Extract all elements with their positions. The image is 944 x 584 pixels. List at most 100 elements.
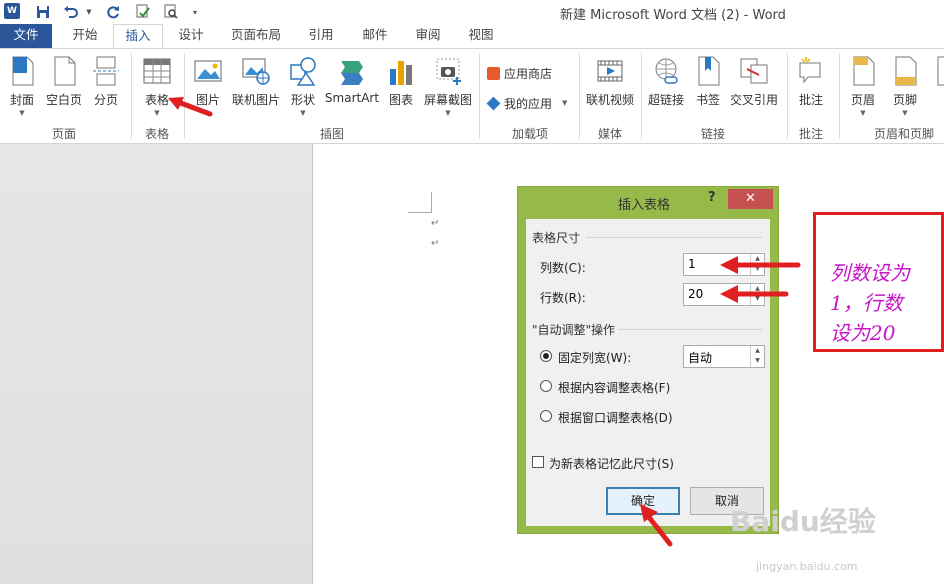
blank-page-button[interactable]: 空白页 xyxy=(44,53,84,123)
tab-view[interactable]: 视图 xyxy=(458,24,504,48)
header-button[interactable]: 页眉 ▼ xyxy=(846,53,880,123)
shapes-icon xyxy=(288,55,318,87)
chart-icon xyxy=(386,55,416,87)
group-label-pages: 页面 xyxy=(51,127,76,141)
footer-icon xyxy=(890,55,920,87)
online-video-icon xyxy=(595,55,625,87)
group-label-comments: 批注 xyxy=(798,127,823,141)
paragraph-mark: ↵ xyxy=(431,238,440,249)
annotation-arrow-rows xyxy=(720,285,789,303)
page-margin-corner xyxy=(408,192,432,213)
page-number-button[interactable] xyxy=(930,53,944,123)
annotation-text: 设为20 xyxy=(830,321,896,345)
document-title: 新建 Microsoft Word 文档 (2) - Word xyxy=(560,8,786,23)
autofit-content-label[interactable]: 根据内容调整表格(F) xyxy=(558,379,670,396)
tab-mailings[interactable]: 邮件 xyxy=(352,24,398,48)
page-number-icon xyxy=(932,55,944,87)
spin-down-icon[interactable]: ▼ xyxy=(751,356,764,366)
online-picture-button[interactable]: 联机图片 xyxy=(230,53,282,123)
smartart-icon xyxy=(337,55,367,87)
watermark-url: jingyan.baidu.com xyxy=(756,560,858,573)
footer-button[interactable]: 页脚 ▼ xyxy=(888,53,922,123)
spelling-check-icon[interactable] xyxy=(134,3,152,21)
close-button[interactable]: ✕ xyxy=(728,189,773,209)
hyperlink-icon xyxy=(651,55,681,87)
fixed-width-label[interactable]: 固定列宽(W): xyxy=(558,349,631,366)
my-apps-button[interactable]: 我的应用 ▼ xyxy=(486,93,568,113)
print-preview-icon[interactable] xyxy=(162,3,180,21)
hyperlink-button[interactable]: 超链接 xyxy=(646,53,686,123)
tab-references[interactable]: 引用 xyxy=(298,24,344,48)
group-label-header-footer: 页眉和页脚 xyxy=(873,127,934,141)
chart-button[interactable]: 图表 xyxy=(384,53,418,123)
insert-table-dialog: 插入表格 ? ✕ 表格尺寸 列数(C): 1 ▲ ▼ 行数(R): 20 ▲ ▼ "… xyxy=(517,186,779,534)
group-divider xyxy=(479,53,480,139)
blank-page-icon xyxy=(49,55,79,87)
cover-page-icon xyxy=(7,55,37,87)
remember-size-label[interactable]: 为新表格记忆此尺寸(S) xyxy=(549,455,674,472)
tab-home[interactable]: 开始 xyxy=(62,24,108,48)
annotation-text: 列数设为 xyxy=(830,261,910,285)
help-button[interactable]: ? xyxy=(708,190,716,205)
group-label-illustrations: 插图 xyxy=(319,127,344,141)
group-divider xyxy=(839,53,840,139)
undo-dropdown-icon[interactable]: ▼ xyxy=(80,3,98,21)
comment-icon xyxy=(796,55,826,87)
dialog-title: 插入表格 xyxy=(618,198,671,213)
title-bar: W ▼ ▾ 新建 Microsoft Word 文档 (2) - Word xyxy=(0,0,944,24)
watermark-brand: Baidu经验 xyxy=(730,505,876,538)
autofit-content-radio[interactable] xyxy=(540,380,552,392)
tab-design[interactable]: 设计 xyxy=(168,24,214,48)
ribbon: 封面 ▼ 空白页 分页 页面 表格 ▼ 表格 图片 联机图片 形状 ▼ Smar… xyxy=(0,48,944,144)
cover-page-button[interactable]: 封面 ▼ xyxy=(4,53,40,123)
my-apps-dropdown-icon: ▼ xyxy=(562,99,568,107)
annotation-text: 1，行数 xyxy=(830,291,903,315)
rows-label: 行数(R): xyxy=(540,291,586,305)
redo-icon[interactable] xyxy=(104,3,122,21)
picture-icon xyxy=(193,55,223,87)
bookmark-button[interactable]: 书签 xyxy=(692,53,724,123)
bookmark-icon xyxy=(693,55,723,87)
columns-label: 列数(C): xyxy=(540,261,586,275)
group-label-links: 链接 xyxy=(700,127,725,141)
shapes-button[interactable]: 形状 ▼ xyxy=(286,53,320,123)
dialog-title-bar[interactable]: 插入表格 ? ✕ xyxy=(518,187,778,215)
fixed-width-radio[interactable] xyxy=(540,350,552,362)
fixed-width-value[interactable]: 自动 xyxy=(688,349,712,366)
group-label-addins: 加载项 xyxy=(511,127,548,141)
table-size-section-title: 表格尺寸 xyxy=(532,231,581,245)
section-divider xyxy=(618,329,762,330)
fixed-width-spinner[interactable]: 自动 ▲ ▼ xyxy=(683,345,765,368)
spin-up-icon[interactable]: ▲ xyxy=(751,346,764,356)
screenshot-button[interactable]: 屏幕截图 ▼ xyxy=(422,53,474,123)
cross-reference-button[interactable]: 交叉引用 xyxy=(728,53,780,123)
tab-review[interactable]: 审阅 xyxy=(405,24,451,48)
rows-value[interactable]: 20 xyxy=(688,287,703,301)
tab-insert[interactable]: 插入 xyxy=(113,24,163,49)
customize-toolbar-icon[interactable]: ▾ xyxy=(186,3,204,21)
smartart-button[interactable]: SmartArt xyxy=(324,53,380,123)
comment-button[interactable]: 批注 xyxy=(794,53,828,123)
undo-icon[interactable] xyxy=(62,3,80,21)
screenshot-icon xyxy=(433,55,463,87)
online-video-button[interactable]: 联机视频 xyxy=(584,53,636,123)
columns-value[interactable]: 1 xyxy=(688,257,696,271)
tab-page-layout[interactable]: 页面布局 xyxy=(222,24,290,48)
navigation-pane-area xyxy=(0,144,313,584)
group-label-tables: 表格 xyxy=(144,127,169,141)
autofit-window-label[interactable]: 根据窗口调整表格(D) xyxy=(558,409,673,426)
paragraph-mark: ↵ xyxy=(431,218,440,229)
tab-file[interactable]: 文件 xyxy=(0,24,52,48)
section-divider xyxy=(586,237,762,238)
office-store-button[interactable]: 应用商店 xyxy=(487,63,552,83)
word-logo-icon: W xyxy=(4,3,20,19)
annotation-arrow-table xyxy=(168,97,213,117)
autofit-section-title: "自动调整"操作 xyxy=(532,323,616,337)
annotation-arrow-columns xyxy=(720,256,801,274)
save-icon[interactable] xyxy=(34,3,52,21)
autofit-window-radio[interactable] xyxy=(540,410,552,422)
remember-size-checkbox[interactable] xyxy=(532,456,544,468)
page-break-button[interactable]: 分页 xyxy=(88,53,124,123)
my-apps-icon xyxy=(486,96,501,110)
group-divider xyxy=(131,53,132,139)
